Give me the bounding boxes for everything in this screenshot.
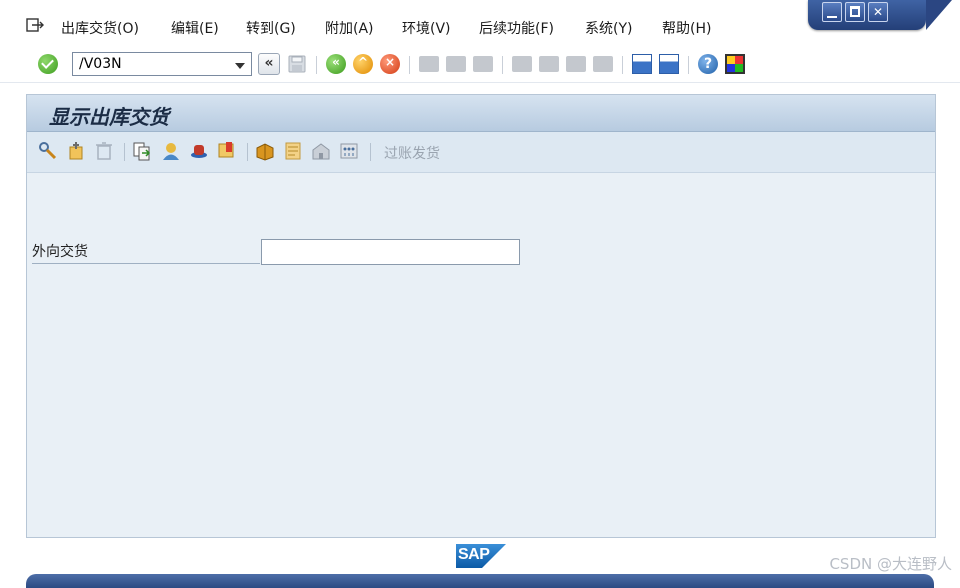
first-page-icon[interactable]: [512, 56, 532, 72]
post-goods-issue-button[interactable]: 过账发货: [384, 143, 440, 163]
command-field-value: /V03N: [79, 56, 122, 72]
maximize-icon[interactable]: [845, 2, 865, 22]
status-bar: [26, 574, 934, 588]
command-field[interactable]: /V03N: [72, 52, 252, 76]
toolbar-separator: [622, 56, 623, 74]
menu-outbound-delivery[interactable]: 出库交货(O): [61, 18, 139, 38]
watermark: CSDN @大连野人: [829, 555, 952, 573]
menu-system[interactable]: 系统(Y): [585, 18, 632, 38]
toolbar-separator: [502, 56, 503, 74]
title-bar: 显示出库交货: [27, 95, 935, 132]
save-icon[interactable]: [287, 54, 307, 74]
toolbar-separator: [688, 56, 689, 74]
output-icon[interactable]: [283, 141, 303, 161]
menu-exit-icon[interactable]: [26, 18, 44, 32]
warehouse-icon[interactable]: [311, 141, 331, 161]
menu-subsequent-functions[interactable]: 后续功能(F): [479, 18, 554, 38]
customize-layout-icon[interactable]: [725, 54, 745, 74]
close-icon[interactable]: ✕: [868, 2, 888, 22]
menu-goto[interactable]: 转到(G): [246, 18, 296, 38]
toolbar-separator: [409, 56, 410, 74]
create-shortcut-icon[interactable]: [659, 54, 679, 74]
collapse-command-button[interactable]: «: [258, 53, 280, 75]
toolbar-separator: [316, 56, 317, 74]
cancel-icon[interactable]: ×: [380, 54, 400, 74]
window-controls: ✕: [808, 0, 952, 30]
help-icon[interactable]: ?: [698, 54, 718, 74]
outbound-delivery-input[interactable]: [261, 239, 520, 265]
toolbar-separator: [370, 143, 371, 161]
application-toolbar: 过账发货: [27, 132, 935, 173]
menu-help[interactable]: 帮助(H): [662, 18, 711, 38]
create-icon[interactable]: [66, 141, 86, 161]
packing-icon[interactable]: [255, 141, 275, 161]
find-icon[interactable]: [446, 56, 466, 72]
sap-logo: [456, 544, 506, 568]
menu-edit[interactable]: 编辑(E): [171, 18, 219, 38]
exit-icon[interactable]: ^: [353, 54, 373, 74]
new-session-icon[interactable]: [632, 54, 652, 74]
main-panel: 显示出库交货 过账发货 外向交货: [26, 94, 936, 538]
find-next-icon[interactable]: [473, 56, 493, 72]
page-title: 显示出库交货: [49, 105, 169, 129]
change-display-icon[interactable]: [38, 141, 58, 161]
messages-icon[interactable]: [217, 141, 237, 161]
last-page-icon[interactable]: [593, 56, 613, 72]
toolbar-separator: [247, 143, 248, 161]
back-icon[interactable]: «: [326, 54, 346, 74]
menu-environment[interactable]: 环境(V): [402, 18, 451, 38]
enter-check-icon[interactable]: [38, 54, 58, 74]
next-page-icon[interactable]: [566, 56, 586, 72]
minimize-icon[interactable]: [822, 2, 842, 22]
outbound-delivery-label: 外向交货: [32, 241, 260, 264]
menu-bar: 出库交货(O) 编辑(E) 转到(G) 附加(A) 环境(V) 后续功能(F) …: [0, 8, 820, 48]
hat-icon[interactable]: [189, 141, 209, 161]
structure-icon[interactable]: [339, 141, 359, 161]
previous-page-icon[interactable]: [539, 56, 559, 72]
print-icon[interactable]: [419, 56, 439, 72]
system-toolbar: /V03N « « ^ × ?: [0, 48, 960, 83]
menu-extras[interactable]: 附加(A): [325, 18, 374, 38]
delete-icon[interactable]: [94, 141, 114, 161]
partner-icon[interactable]: [161, 141, 181, 161]
document-flow-icon[interactable]: [132, 141, 152, 161]
toolbar-separator: [124, 143, 125, 161]
dropdown-arrow-icon[interactable]: [235, 63, 245, 69]
